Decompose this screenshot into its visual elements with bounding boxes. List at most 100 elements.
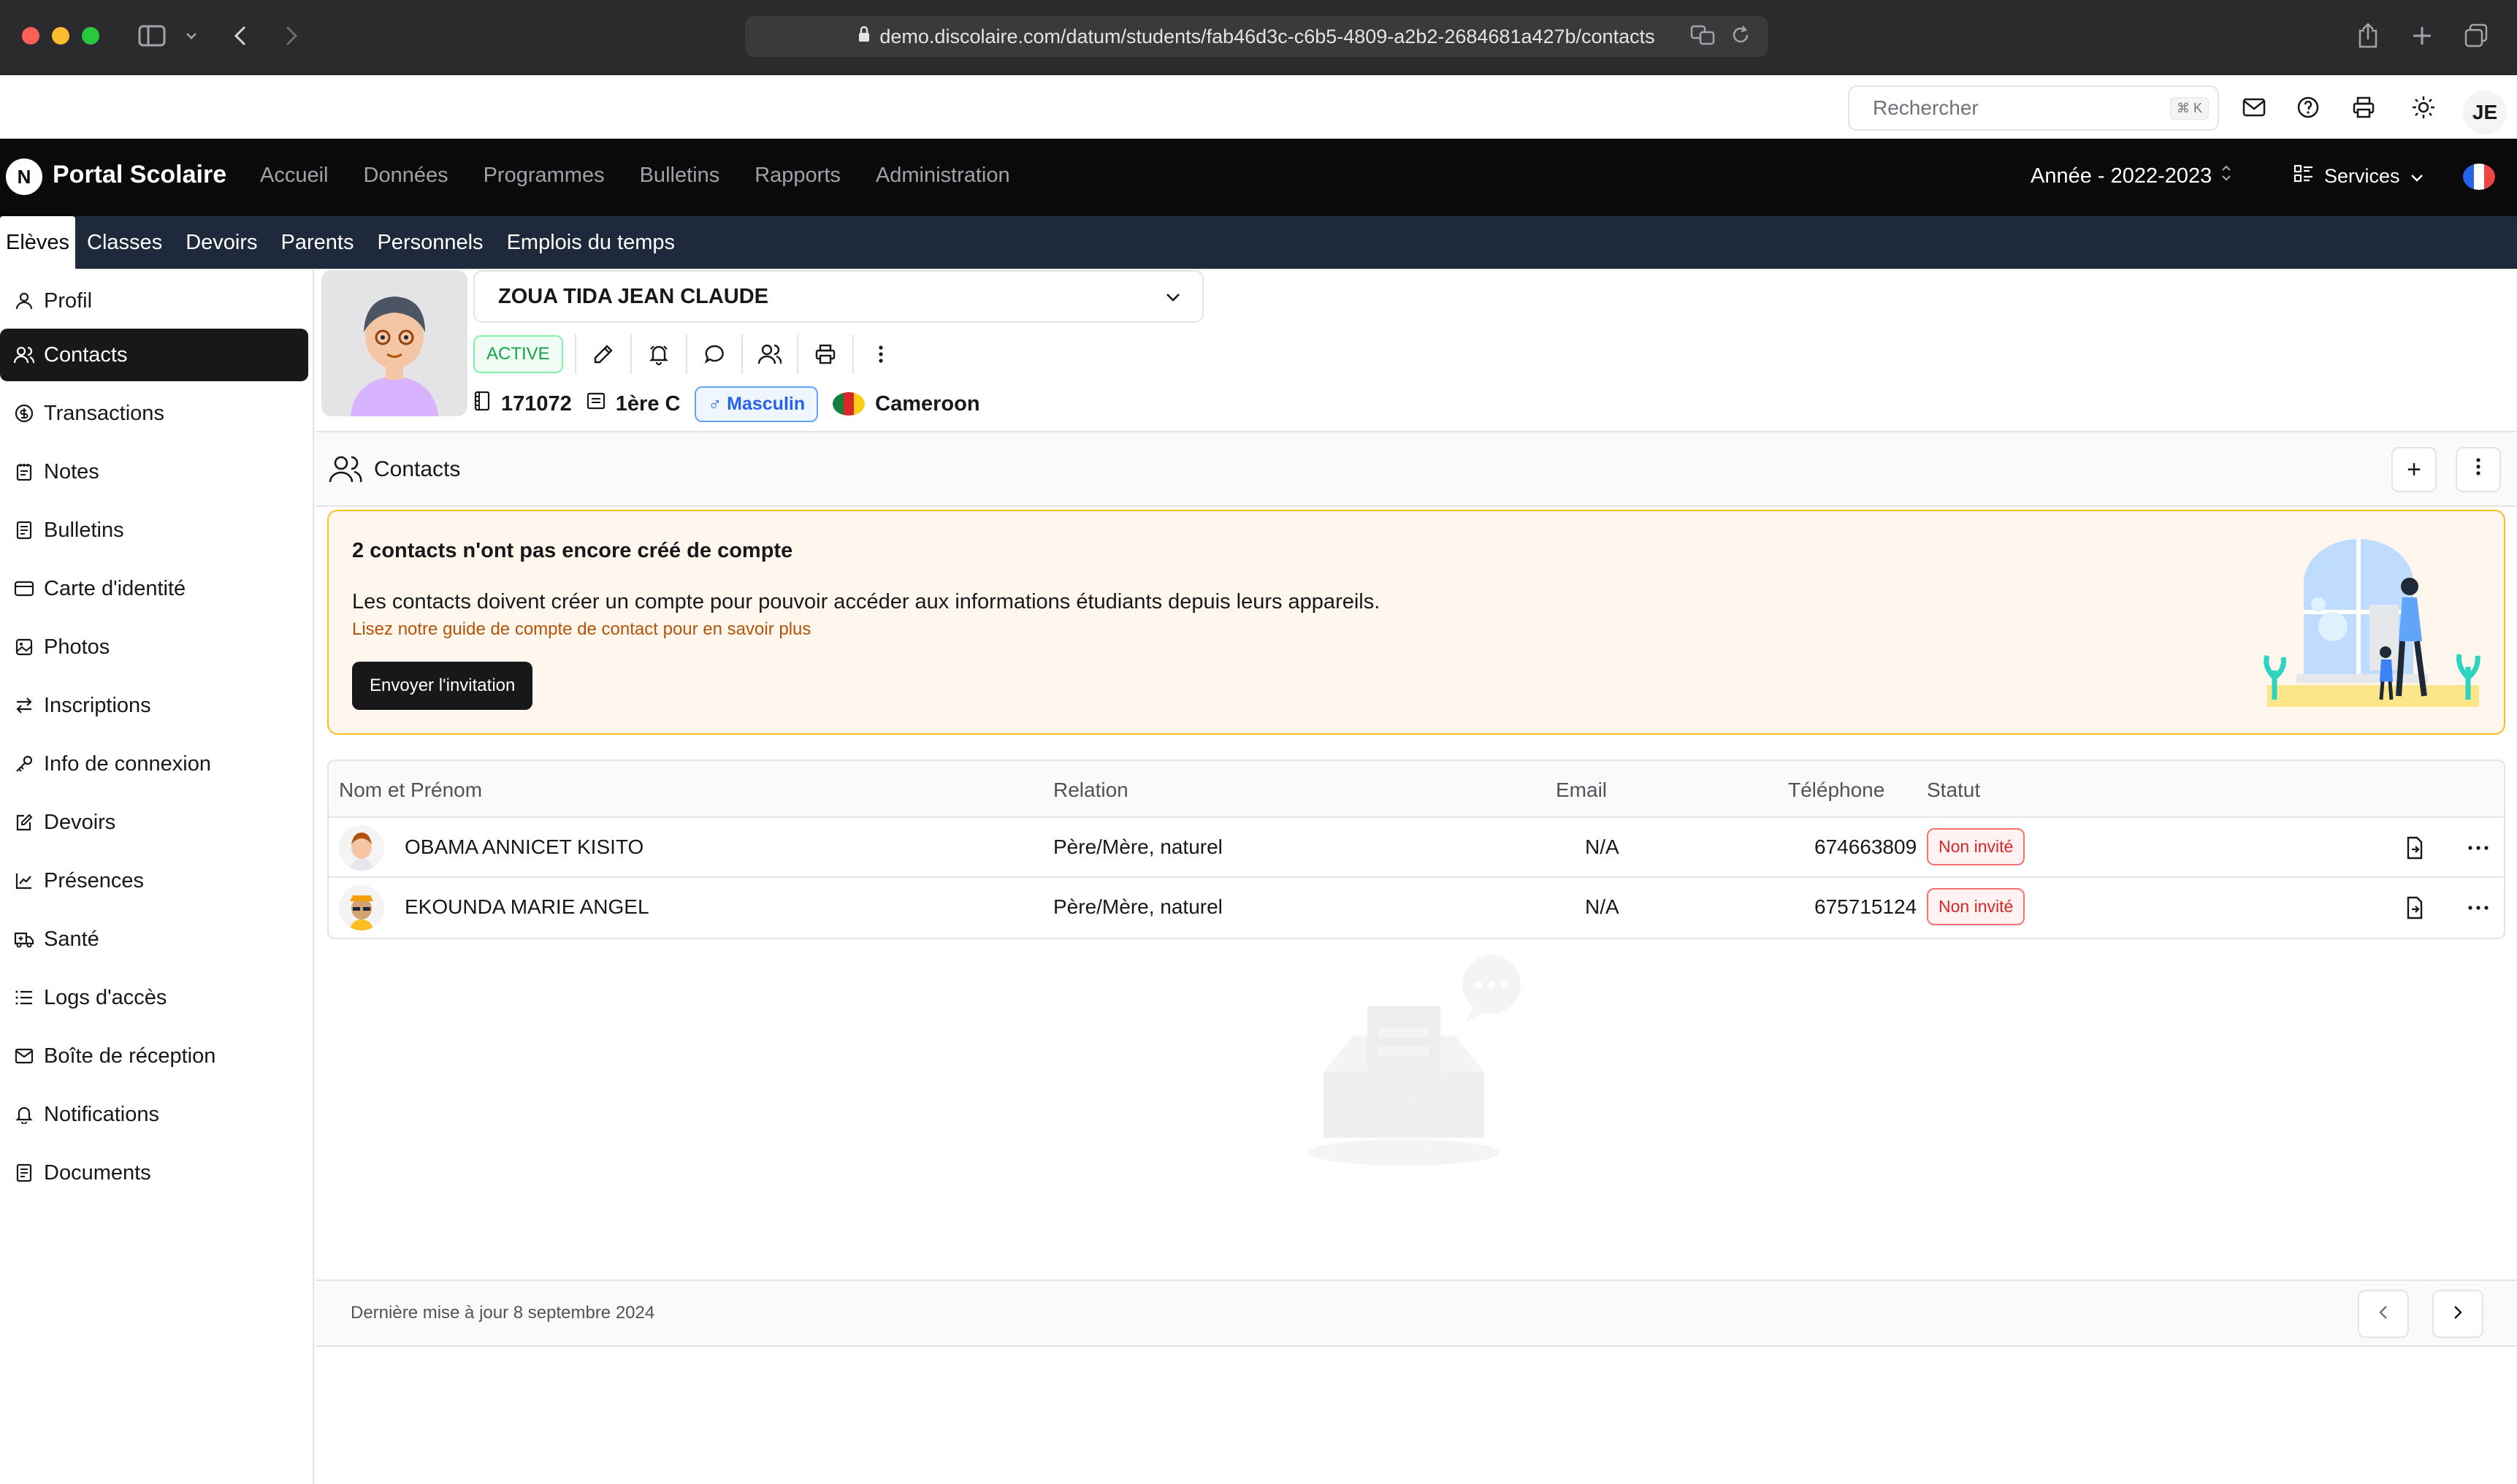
classroom-icon [587, 391, 606, 416]
nav-accueil[interactable]: Accueil [260, 164, 329, 188]
more-vertical-icon[interactable] [852, 334, 896, 374]
col-status[interactable]: Statut [1927, 779, 1980, 802]
nav-donnees[interactable]: Données [364, 164, 448, 188]
image-icon [13, 636, 35, 658]
table-row[interactable]: EKOUNDA MARIE ANGEL Père/Mère, naturel N… [329, 878, 2504, 938]
status-badge: Non invité [1927, 888, 2025, 925]
printer-icon[interactable] [796, 334, 841, 374]
sidebar-item-contacts[interactable]: Contacts [0, 329, 308, 381]
country-value: Cameroon [875, 391, 980, 416]
sidebar-item-transactions[interactable]: Transactions [0, 387, 308, 440]
sub-nav: Elèves Classes Devoirs Parents Personnel… [0, 216, 2517, 269]
prev-page-button[interactable] [2358, 1290, 2409, 1338]
sidebar-item-documents[interactable]: Documents [0, 1147, 308, 1199]
language-flag-icon[interactable] [2463, 164, 2495, 190]
sidebar-item-notifications[interactable]: Notifications [0, 1088, 308, 1141]
brand-name[interactable]: Portal Scolaire [53, 161, 226, 189]
printer-icon[interactable] [2348, 91, 2380, 123]
sidebar-item-bulletins[interactable]: Bulletins [0, 504, 308, 556]
send-invitation-button[interactable]: Envoyer l'invitation [352, 662, 533, 710]
sidebar-toggle-icon[interactable] [136, 18, 168, 54]
more-horizontal-icon[interactable] [2464, 894, 2492, 922]
student-selector[interactable]: ZOUA TIDA JEAN CLAUDE [473, 270, 1204, 323]
help-icon[interactable] [2292, 91, 2324, 123]
tab-devoirs[interactable]: Devoirs [174, 216, 269, 269]
services-label: Services [2324, 165, 2400, 187]
chevron-left-icon [2378, 1304, 2388, 1324]
tab-personnels[interactable]: Personnels [365, 216, 494, 269]
matricule-value: 171072 [501, 391, 572, 416]
users-icon[interactable] [741, 334, 785, 374]
new-tab-icon[interactable] [2407, 18, 2437, 54]
add-contact-button[interactable]: + [2391, 447, 2437, 492]
contact-name[interactable]: EKOUNDA MARIE ANGEL [405, 895, 649, 919]
mail-icon[interactable] [2238, 91, 2270, 123]
translate-icon[interactable] [1690, 23, 1716, 52]
sidebar-item-photos[interactable]: Photos [0, 621, 308, 673]
sidebar-item-boite-reception[interactable]: Boîte de réception [0, 1030, 308, 1082]
back-icon[interactable] [229, 18, 251, 54]
nav-bulletins[interactable]: Bulletins [640, 164, 720, 188]
tab-parents[interactable]: Parents [270, 216, 366, 269]
invite-icon[interactable] [2400, 894, 2428, 922]
document-icon [13, 519, 35, 541]
nav-rapports[interactable]: Rapports [755, 164, 841, 188]
sidebar-item-notes[interactable]: Notes [0, 445, 308, 498]
utility-bar: Rechercher ⌘ K [0, 75, 2517, 139]
year-selector[interactable]: Année - 2022-2023 [2031, 164, 2232, 188]
tab-classes[interactable]: Classes [75, 216, 174, 269]
forward-icon[interactable] [280, 18, 302, 54]
edit-icon[interactable] [574, 334, 619, 374]
services-menu[interactable]: Services [2293, 164, 2424, 189]
next-page-button[interactable] [2432, 1290, 2483, 1338]
sidebar-item-info-connexion[interactable]: Info de connexion [0, 738, 308, 790]
tab-eleves[interactable]: Elèves [0, 216, 76, 269]
reload-icon[interactable] [1730, 23, 1752, 52]
minimize-window-button[interactable] [52, 27, 69, 45]
maximize-window-button[interactable] [82, 27, 99, 45]
table-row[interactable]: OBAMA ANNICET KISITO Père/Mère, naturel … [329, 818, 2504, 878]
lock-icon [858, 26, 871, 48]
tabs-overview-icon[interactable] [2461, 18, 2491, 54]
theme-sun-icon[interactable] [2407, 91, 2440, 123]
alert-title: 2 contacts n'ont pas encore créé de comp… [352, 539, 793, 562]
document-icon [13, 1162, 35, 1184]
contact-relation: Père/Mère, naturel [1053, 835, 1223, 858]
student-info: 171072 1ère C ♂ Masculin Cameroon [473, 384, 980, 424]
sidebar-item-label: Présences [44, 868, 145, 892]
brand-logo[interactable]: N [6, 158, 42, 195]
more-horizontal-icon[interactable] [2464, 834, 2492, 862]
nav-administration[interactable]: Administration [876, 164, 1010, 188]
sidebar-item-presences[interactable]: Présences [0, 854, 308, 907]
contact-name[interactable]: OBAMA ANNICET KISITO [405, 835, 643, 859]
user-avatar[interactable]: JE [2463, 91, 2507, 134]
classroom-value: 1ère C [615, 391, 681, 416]
nav-programmes[interactable]: Programmes [484, 164, 605, 188]
col-name[interactable]: Nom et Prénom [339, 779, 482, 802]
sidebar-item-carte-identite[interactable]: Carte d'identité [0, 562, 308, 615]
sidebar-item-profil[interactable]: Profil [0, 275, 308, 327]
col-relation[interactable]: Relation [1053, 779, 1128, 802]
sidebar-item-label: Bulletins [44, 518, 124, 542]
alert-guide-link[interactable]: Lisez notre guide de compte de contact p… [352, 619, 811, 640]
bell-icon[interactable] [630, 334, 674, 374]
chevron-down-icon[interactable] [183, 18, 200, 54]
gender-badge: ♂ Masculin [695, 386, 819, 422]
sidebar-item-sante[interactable]: Santé [0, 913, 308, 965]
sidebar-item-label: Contacts [44, 343, 128, 367]
sidebar-item-logs-acces[interactable]: Logs d'accès [0, 971, 308, 1024]
share-icon[interactable] [2353, 18, 2383, 54]
search-input[interactable]: Rechercher ⌘ K [1848, 85, 2219, 131]
invite-icon[interactable] [2400, 834, 2428, 862]
col-phone[interactable]: Téléphone [1788, 779, 1884, 802]
sidebar-item-inscriptions[interactable]: Inscriptions [0, 679, 308, 732]
tab-emplois-du-temps[interactable]: Emplois du temps [495, 216, 687, 269]
close-window-button[interactable] [22, 27, 39, 45]
section-more-button[interactable] [2456, 447, 2501, 492]
col-email[interactable]: Email [1556, 779, 1607, 802]
sidebar-item-devoirs[interactable]: Devoirs [0, 796, 308, 849]
classroom[interactable]: 1ère C [587, 391, 681, 416]
main-content: ZOUA TIDA JEAN CLAUDE ACTIVE 171072 1ère… [316, 269, 2517, 1484]
address-bar[interactable]: demo.discolaire.com/datum/students/fab46… [745, 16, 1768, 57]
message-icon[interactable] [685, 334, 730, 374]
